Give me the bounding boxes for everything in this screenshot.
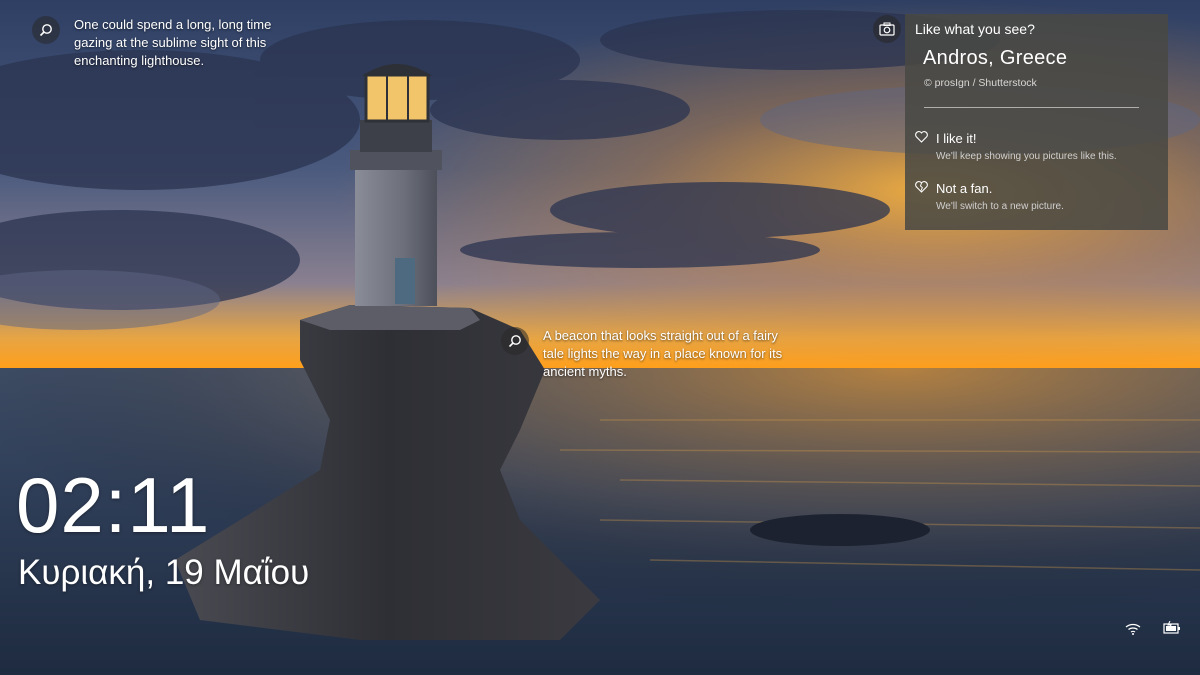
- hotspot-caption: A beacon that looks straight out of a fa…: [543, 328, 783, 379]
- spotlight-hotspot-middle[interactable]: A beacon that looks straight out of a fa…: [501, 327, 788, 381]
- broken-heart-icon: [915, 180, 928, 198]
- divider: [924, 107, 1139, 108]
- spotlight-hotspot-top[interactable]: One could spend a long, long time gazing…: [32, 16, 289, 70]
- like-option[interactable]: I like it! We'll keep showing you pictur…: [915, 130, 1117, 163]
- image-location: Andros, Greece: [923, 47, 1068, 69]
- network-icon[interactable]: [1125, 621, 1141, 640]
- like-title: I like it!: [936, 131, 977, 146]
- lockscreen-date: Κυριακή, 19 Μαΐου: [18, 553, 310, 592]
- search-icon: [501, 327, 529, 355]
- dislike-description: We'll switch to a new picture.: [936, 201, 1064, 212]
- search-icon: [32, 16, 60, 44]
- camera-icon[interactable]: [873, 15, 901, 43]
- battery-icon[interactable]: [1163, 620, 1181, 640]
- dislike-title: Not a fan.: [936, 181, 993, 196]
- spotlight-info-panel: Like what you see? Andros, Greece © pros…: [905, 14, 1168, 230]
- lockscreen-time: 02:11: [16, 461, 211, 549]
- dislike-option[interactable]: Not a fan. We'll switch to a new picture…: [915, 180, 1064, 213]
- image-credit: © prosIgn / Shutterstock: [924, 77, 1037, 89]
- hotspot-caption: One could spend a long, long time gazing…: [74, 17, 272, 68]
- like-description: We'll keep showing you pictures like thi…: [936, 151, 1117, 162]
- heart-icon: [915, 130, 928, 148]
- panel-heading: Like what you see?: [915, 21, 1035, 37]
